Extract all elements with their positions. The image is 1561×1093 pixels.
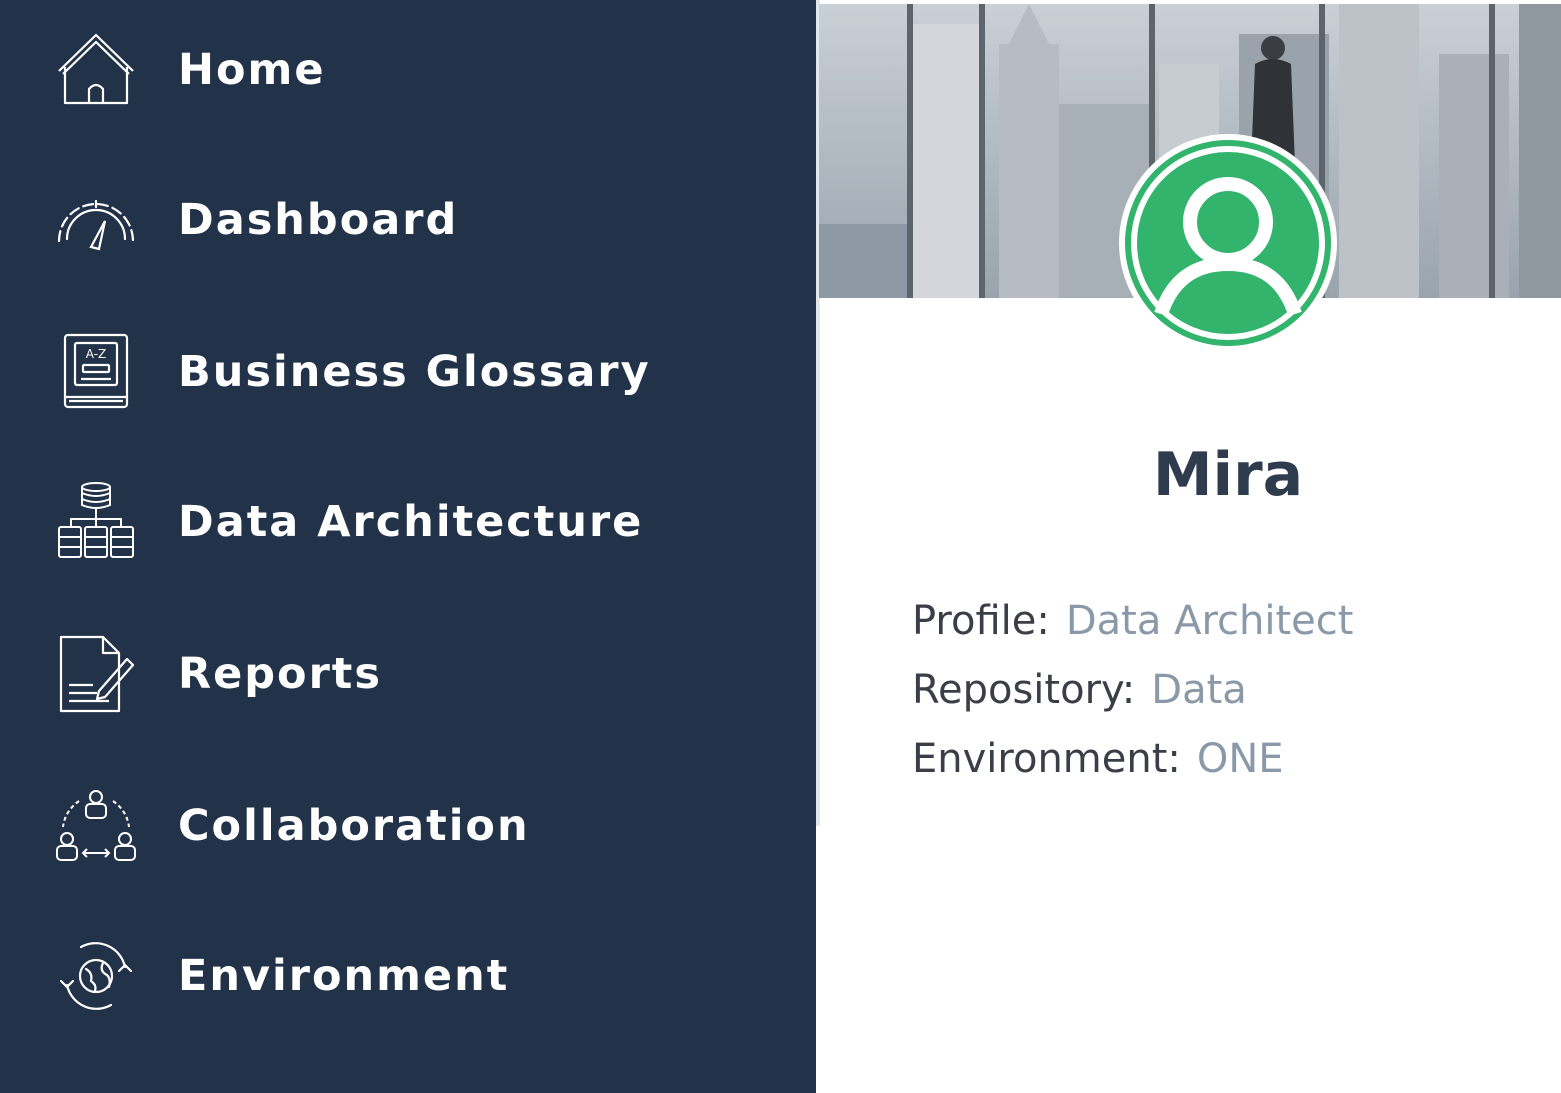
sidebar: Home Dashboard A-Z Business Glossary Dat…	[0, 0, 816, 1093]
field-label: Profile:	[912, 598, 1050, 644]
report-edit-icon	[52, 630, 140, 718]
sidebar-item-label: Collaboration	[178, 801, 530, 851]
svg-text:A-Z: A-Z	[86, 347, 107, 361]
environment-globe-icon	[52, 932, 140, 1020]
sidebar-item-label: Reports	[178, 649, 382, 699]
profile-name: Mira	[1152, 440, 1304, 510]
sidebar-item-label: Home	[178, 45, 326, 95]
sidebar-item-reports[interactable]: Reports	[0, 604, 816, 744]
sidebar-item-business-glossary[interactable]: A-Z Business Glossary	[0, 302, 816, 442]
field-value: Data Architect	[1065, 598, 1354, 644]
field-value: Data	[1151, 667, 1247, 713]
sidebar-item-data-architecture[interactable]: Data Architecture	[0, 452, 816, 592]
field-label: Environment:	[912, 736, 1181, 782]
sidebar-item-dashboard[interactable]: Dashboard	[0, 150, 816, 290]
field-value: ONE	[1196, 736, 1284, 782]
data-architecture-icon	[52, 478, 140, 566]
sidebar-item-environment[interactable]: Environment	[0, 906, 816, 1046]
sidebar-item-collaboration[interactable]: Collaboration	[0, 756, 816, 896]
profile-field-environment: Environment: ONE	[912, 736, 1284, 782]
collaboration-icon	[52, 782, 140, 870]
sidebar-item-label: Dashboard	[178, 195, 459, 245]
profile-field-repository: Repository: Data	[912, 667, 1247, 713]
sidebar-item-label: Data Architecture	[178, 497, 644, 547]
sidebar-item-label: Business Glossary	[178, 347, 651, 397]
home-icon	[52, 26, 140, 114]
speedometer-icon	[52, 176, 140, 264]
profile-field-profile: Profile: Data Architect	[912, 598, 1353, 644]
sidebar-item-home[interactable]: Home	[0, 0, 816, 140]
field-label: Repository:	[912, 667, 1136, 713]
glossary-book-icon: A-Z	[52, 328, 140, 416]
avatar[interactable]	[1117, 132, 1339, 354]
sidebar-item-label: Environment	[178, 951, 510, 1001]
